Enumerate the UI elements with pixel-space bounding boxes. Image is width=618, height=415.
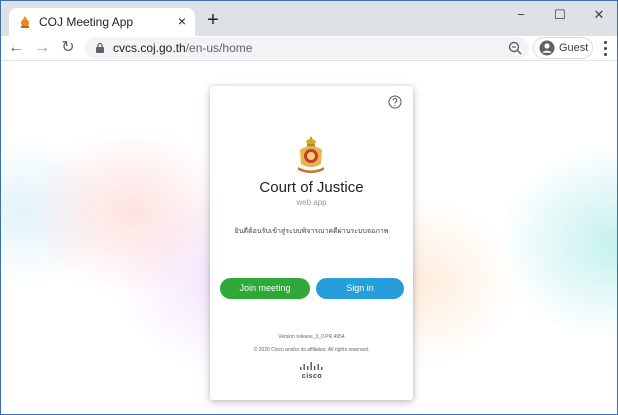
- browser-window: COJ Meeting App × + − ☐ ✕ ← → ↻ cvcs.coj…: [0, 0, 618, 415]
- guest-profile-button[interactable]: Guest: [533, 37, 593, 59]
- maximize-button[interactable]: ☐: [542, 1, 578, 29]
- cisco-bars-icon: [300, 362, 323, 370]
- forward-button[interactable]: →: [31, 37, 53, 59]
- page-title: Court of Justice: [259, 179, 364, 196]
- guest-label: Guest: [559, 42, 589, 54]
- copyright-text: © 2020 Cisco and/or its affiliates. All …: [253, 347, 370, 353]
- cisco-wordmark: cisco: [301, 373, 323, 380]
- help-icon[interactable]: [388, 95, 402, 109]
- url-host: cvcs.coj.go.th: [113, 41, 186, 55]
- tab-close-icon[interactable]: ×: [174, 13, 190, 29]
- url-text: cvcs.coj.go.th/en-us/home: [113, 41, 252, 55]
- reload-button[interactable]: ↻: [57, 37, 79, 59]
- tab-strip: COJ Meeting App × + − ☐ ✕: [1, 1, 617, 36]
- join-meeting-button[interactable]: Join meeting: [220, 278, 310, 299]
- more-menu-icon[interactable]: [599, 37, 613, 59]
- guest-avatar-icon: [539, 40, 555, 56]
- tab-coj-meeting-app[interactable]: COJ Meeting App ×: [9, 8, 195, 36]
- address-bar[interactable]: cvcs.coj.go.th/en-us/home: [85, 37, 529, 59]
- cisco-logo: cisco: [296, 361, 328, 385]
- minimize-button[interactable]: −: [503, 1, 539, 29]
- close-window-button[interactable]: ✕: [581, 1, 617, 29]
- zoom-icon[interactable]: [507, 40, 523, 56]
- page-subtitle: web app: [296, 198, 327, 207]
- favicon-emblem-icon: [21, 16, 29, 28]
- lock-icon[interactable]: [94, 42, 106, 54]
- url-path: /en-us/home: [185, 41, 253, 55]
- new-tab-button[interactable]: +: [202, 10, 224, 32]
- version-text: Version release_3_0.PR.4954: [278, 334, 345, 340]
- back-button[interactable]: ←: [5, 37, 27, 59]
- tab-title: COJ Meeting App: [39, 15, 134, 29]
- court-emblem-icon: [298, 136, 324, 173]
- browser-toolbar: ← → ↻ cvcs.coj.go.th/en-us/home Guest: [1, 36, 617, 61]
- sign-in-button[interactable]: Sign in: [316, 278, 404, 299]
- login-card: Court of Justice web app ยินดีต้อนรับเข้…: [210, 86, 413, 400]
- welcome-text: ยินดีต้อนรับเข้าสู่ระบบพิจารณาคดีผ่านระบ…: [234, 228, 389, 235]
- page-viewport: Court of Justice web app ยินดีต้อนรับเข้…: [1, 62, 617, 414]
